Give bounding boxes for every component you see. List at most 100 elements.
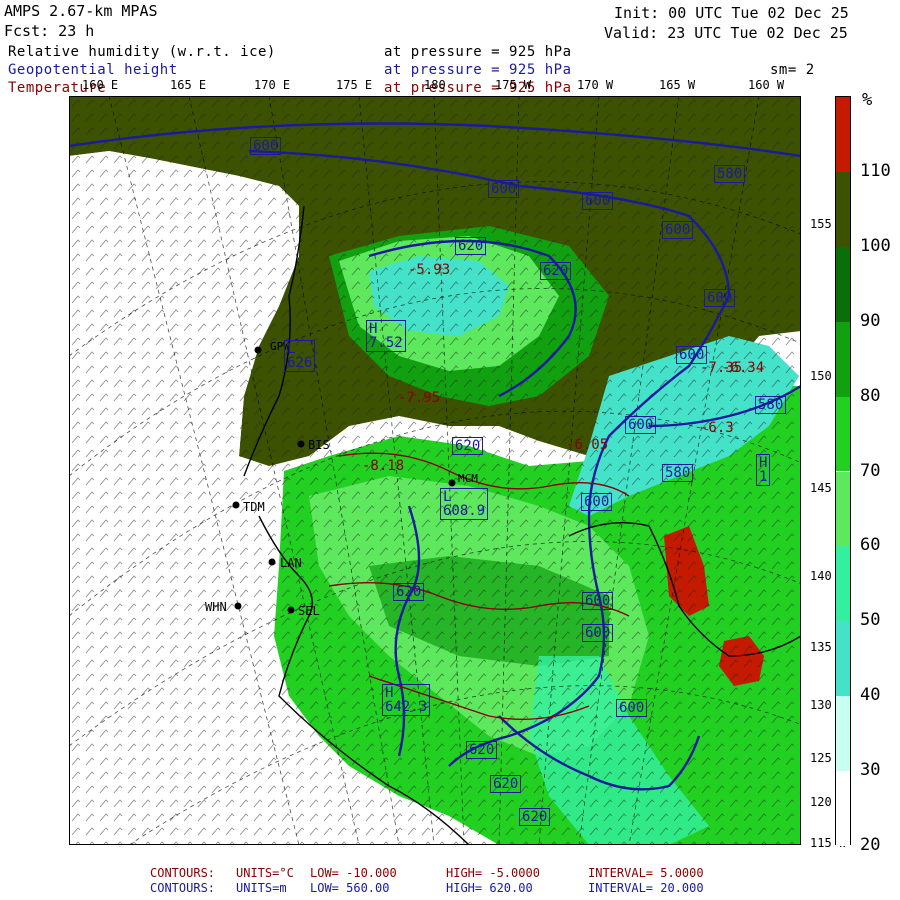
field-rh-name: Relative humidity (w.r.t. ice) [8, 44, 276, 60]
center-value: 642.3 [385, 699, 428, 715]
height-contour-label: 620 [452, 437, 484, 455]
colorbar-tick-label: 70 [860, 460, 881, 481]
station-label-sel: SEL [298, 604, 320, 618]
footer-temp-interval: INTERVAL= 5.0000 [588, 866, 704, 880]
station-label-whn: WHN [205, 600, 227, 614]
colorbar-unit: % [862, 90, 873, 110]
pressure-center-low: L 608.9 [440, 488, 489, 520]
station-gpw-marker [254, 346, 262, 354]
field-height-pressure: at pressure = 925 hPa [384, 62, 572, 78]
height-contour-label: 600 [582, 592, 614, 610]
station-label-bis: BIS [308, 438, 330, 452]
footer-temp-units: UNITS=°C [236, 866, 294, 880]
temperature-label: -5.93 [408, 262, 451, 278]
station-bis-marker [297, 440, 305, 448]
center-value: 626 [287, 355, 313, 371]
colorbar-segment [836, 696, 850, 772]
center-value: 1 [759, 469, 768, 485]
pressure-center-high: H 7.52 [366, 320, 406, 352]
height-contour-label: 600 [616, 699, 648, 717]
colorbar-tick-label: 110 [860, 160, 891, 181]
colorbar-segment [836, 97, 850, 172]
colorbar-segment [836, 771, 850, 846]
height-contour-label: 580 [662, 464, 694, 482]
lon-label: 160 W [748, 78, 785, 92]
colorbar-segment [836, 471, 850, 547]
height-contour-label: 620 [519, 808, 551, 826]
lon-label: 175 W [495, 78, 532, 92]
colorbar-segment [836, 246, 850, 322]
footer-height-label: CONTOURS: [150, 881, 216, 895]
height-contour-label: 620 [393, 583, 425, 601]
colorbar-tick-label: 40 [860, 685, 881, 706]
height-contour-label: 600 [704, 289, 736, 307]
colorbar-segment [836, 546, 850, 622]
colorbar-tick-label: 60 [860, 535, 881, 556]
init-time: Init: 00 UTC Tue 02 Dec 25 [614, 4, 849, 22]
lon-label: 165 E [170, 78, 207, 92]
height-contour-label: 620 [455, 237, 487, 255]
height-contour-label: 600 [488, 180, 520, 198]
footer-temp-low: LOW= -10.000 [310, 866, 397, 880]
center-value: 7.52 [369, 335, 403, 351]
station-whn-marker [234, 602, 242, 610]
height-contour-label: 600 [250, 137, 282, 155]
height-contour-label: 620 [466, 741, 498, 759]
forecast-hour: Fcst: 23 h [4, 22, 95, 40]
colorbar-segment [836, 171, 850, 247]
footer-height-low: LOW= 560.00 [310, 881, 390, 895]
height-contour-label: 620 [490, 775, 522, 793]
lon-label: 175 E [336, 78, 373, 92]
lon-label: 165 W [659, 78, 696, 92]
pressure-center-high: H 1 [756, 454, 771, 486]
valid-time: Valid: 23 UTC Tue 02 Dec 25 [604, 24, 848, 42]
height-contour-label: 580 [714, 165, 746, 183]
colorbar-segment [836, 396, 850, 472]
lon-label: 170 E [254, 78, 291, 92]
lon-label: 180 [424, 78, 446, 92]
temperature-label: -6.3 [700, 420, 734, 436]
colorbar-tick-label: 80 [860, 385, 881, 406]
station-tdm-marker [232, 501, 240, 509]
footer-height-units: UNITS=m [236, 881, 287, 895]
colorbar-tick-label: 100 [860, 235, 891, 256]
field-temp-pressure: at pressure = 925 hPa [384, 80, 572, 96]
station-lan-marker [268, 558, 276, 566]
temperature-label: -6.05 [566, 437, 609, 453]
height-contour-label: 600 [625, 416, 657, 434]
height-contour-label: 600 [662, 221, 694, 239]
station-label-mcm: MCM [458, 472, 478, 485]
temperature-label: -7.95 [398, 390, 441, 406]
height-contour-label: 600 [582, 192, 614, 210]
station-label-lan: LAN [280, 556, 302, 570]
height-contour-label: 620 [540, 262, 572, 280]
footer-height-interval: INTERVAL= 20.000 [588, 881, 704, 895]
height-contour-label: 600 [582, 624, 614, 642]
colorbar-tick-label: 90 [860, 310, 881, 331]
station-label-tdm: TDM [243, 500, 265, 514]
colorbar-tick-label: 30 [860, 760, 881, 781]
model-title: AMPS 2.67-km MPAS [4, 2, 158, 20]
color-scale-bar [835, 96, 851, 846]
footer-temp-label: CONTOURS: [150, 866, 216, 880]
pressure-center-low: L 626 [284, 340, 316, 372]
colorbar-tick-label: 20 [860, 835, 881, 855]
field-height-name: Geopotential height [8, 62, 178, 78]
temperature-label: -8.18 [362, 458, 405, 474]
temperature-label: -6.34 [722, 360, 765, 376]
station-sel-marker [287, 606, 295, 614]
lon-label: 160 E [82, 78, 119, 92]
height-contour-label: 580 [755, 396, 787, 414]
center-value: 608.9 [443, 503, 486, 519]
height-contour-label: 600 [581, 493, 613, 511]
lon-label: 170 W [577, 78, 614, 92]
colorbar-tick-label: 50 [860, 610, 881, 631]
field-rh-pressure: at pressure = 925 hPa [384, 44, 572, 60]
footer-temp-high: HIGH= -5.0000 [446, 866, 540, 880]
station-mcm-marker [448, 479, 456, 487]
pressure-center-high: H 642.3 [382, 684, 431, 716]
colorbar-segment [836, 621, 850, 697]
smoothing-label: sm= 2 [770, 62, 815, 78]
colorbar-segment [836, 321, 850, 397]
footer-height-high: HIGH= 620.00 [446, 881, 533, 895]
